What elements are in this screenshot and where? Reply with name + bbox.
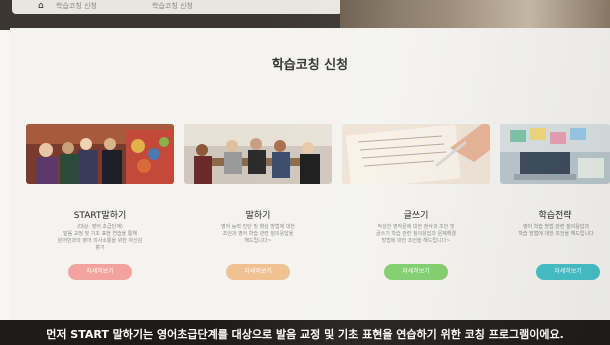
- desc-line: 원어민과의 영어 의사소통을 위한 자신감: [57, 238, 143, 244]
- card-description: (대상: 영어 초급단계) 발음 교정 및 기초 표현 연습을 통해 원어민과의…: [36, 224, 164, 252]
- desc-line: 방법에 대한 조언을 해드립니다~: [381, 238, 451, 244]
- desc-line: 작성한 영작문에 대한 첨삭과 조언 및: [377, 224, 455, 230]
- desc-line: 조언과 영어 학습 관련 질의응답을: [222, 231, 294, 237]
- browser-top-strip: ⌂ 학습코칭 신청 학습코칭 신청: [0, 0, 610, 30]
- card-title: 말하기: [245, 211, 271, 221]
- detail-button[interactable]: 자세히보기: [226, 264, 290, 280]
- desc-line: 발음 교정 및 기초 표현 연습을 통해: [63, 231, 137, 237]
- detail-button[interactable]: 자세히보기: [68, 264, 132, 280]
- desk-background: [340, 0, 610, 30]
- desc-line: 학습 방법에 대한 조언을 해드립니다: [518, 231, 594, 237]
- desc-line: 영어 능력 진단 및 향상 방법에 대한: [221, 224, 295, 230]
- browser-tab-2[interactable]: 학습코칭 신청: [152, 1, 193, 11]
- page-title: 학습코칭 신청: [271, 58, 349, 73]
- card-title: 학습전략: [538, 211, 572, 221]
- card-description: 영어 학습 방법 관련 질의응답과 학습 방법에 대한 조언을 해드립니다: [502, 224, 610, 238]
- card-description: 영어 능력 진단 및 향상 방법에 대한 조언과 영어 학습 관련 질의응답을 …: [194, 224, 322, 245]
- card-title: 글쓰기: [403, 211, 429, 221]
- home-icon[interactable]: ⌂: [38, 1, 48, 11]
- card-writing: 글쓰기 작성한 영작문에 대한 첨삭과 조언 및 글쓰기 학습 관련 질의응답과…: [342, 124, 490, 294]
- detail-button[interactable]: 자세히보기: [384, 264, 448, 280]
- desc-line: 해드립니다~: [244, 238, 272, 244]
- detail-button[interactable]: 자세히보기: [536, 264, 600, 280]
- desc-line: 글쓰기 학습 관련 질의응답과 문제해결: [376, 231, 456, 237]
- card-learning-strategy: 학습전략 영어 학습 방법 관련 질의응답과 학습 방법에 대한 조언을 해드립…: [500, 124, 610, 294]
- card-title: START말하기: [73, 211, 127, 221]
- video-frame: ⌂ 학습코칭 신청 학습코칭 신청 학습코칭 신청 START말하기 (대상: …: [0, 0, 610, 345]
- desc-line: 영어 학습 방법 관련 질의응답과: [522, 224, 590, 230]
- desc-line: 향기: [95, 245, 105, 251]
- card-speaking: 말하기 영어 능력 진단 및 향상 방법에 대한 조언과 영어 학습 관련 질의…: [184, 124, 332, 294]
- laptop-desk-photo-image: [500, 124, 610, 184]
- card-description: 작성한 영작문에 대한 첨삭과 조언 및 글쓰기 학습 관련 질의응답과 문제해…: [352, 224, 480, 245]
- meeting-photo-image: [184, 124, 332, 184]
- video-subtitle: 먼저 START 말하기는 영어초급단계를 대상으로 발음 교정 및 기초 표현…: [46, 328, 564, 341]
- browser-tab-bar: ⌂ 학습코칭 신청 학습코칭 신청: [12, 0, 342, 14]
- browser-tab-1[interactable]: 학습코칭 신청: [56, 1, 97, 11]
- card-start-speaking: START말하기 (대상: 영어 초급단계) 발음 교정 및 기초 표현 연습을…: [26, 124, 174, 294]
- web-page: 학습코칭 신청 START말하기 (대상: 영어 초급단계) 발음 교정 및 기…: [10, 28, 610, 320]
- students-photo-image: [26, 124, 174, 184]
- writing-photo-image: [342, 124, 490, 184]
- card-photo: [342, 124, 490, 184]
- desc-line: (대상: 영어 초급단계): [77, 224, 123, 230]
- card-photo: [26, 124, 174, 184]
- card-photo: [500, 124, 610, 184]
- card-photo: [184, 124, 332, 184]
